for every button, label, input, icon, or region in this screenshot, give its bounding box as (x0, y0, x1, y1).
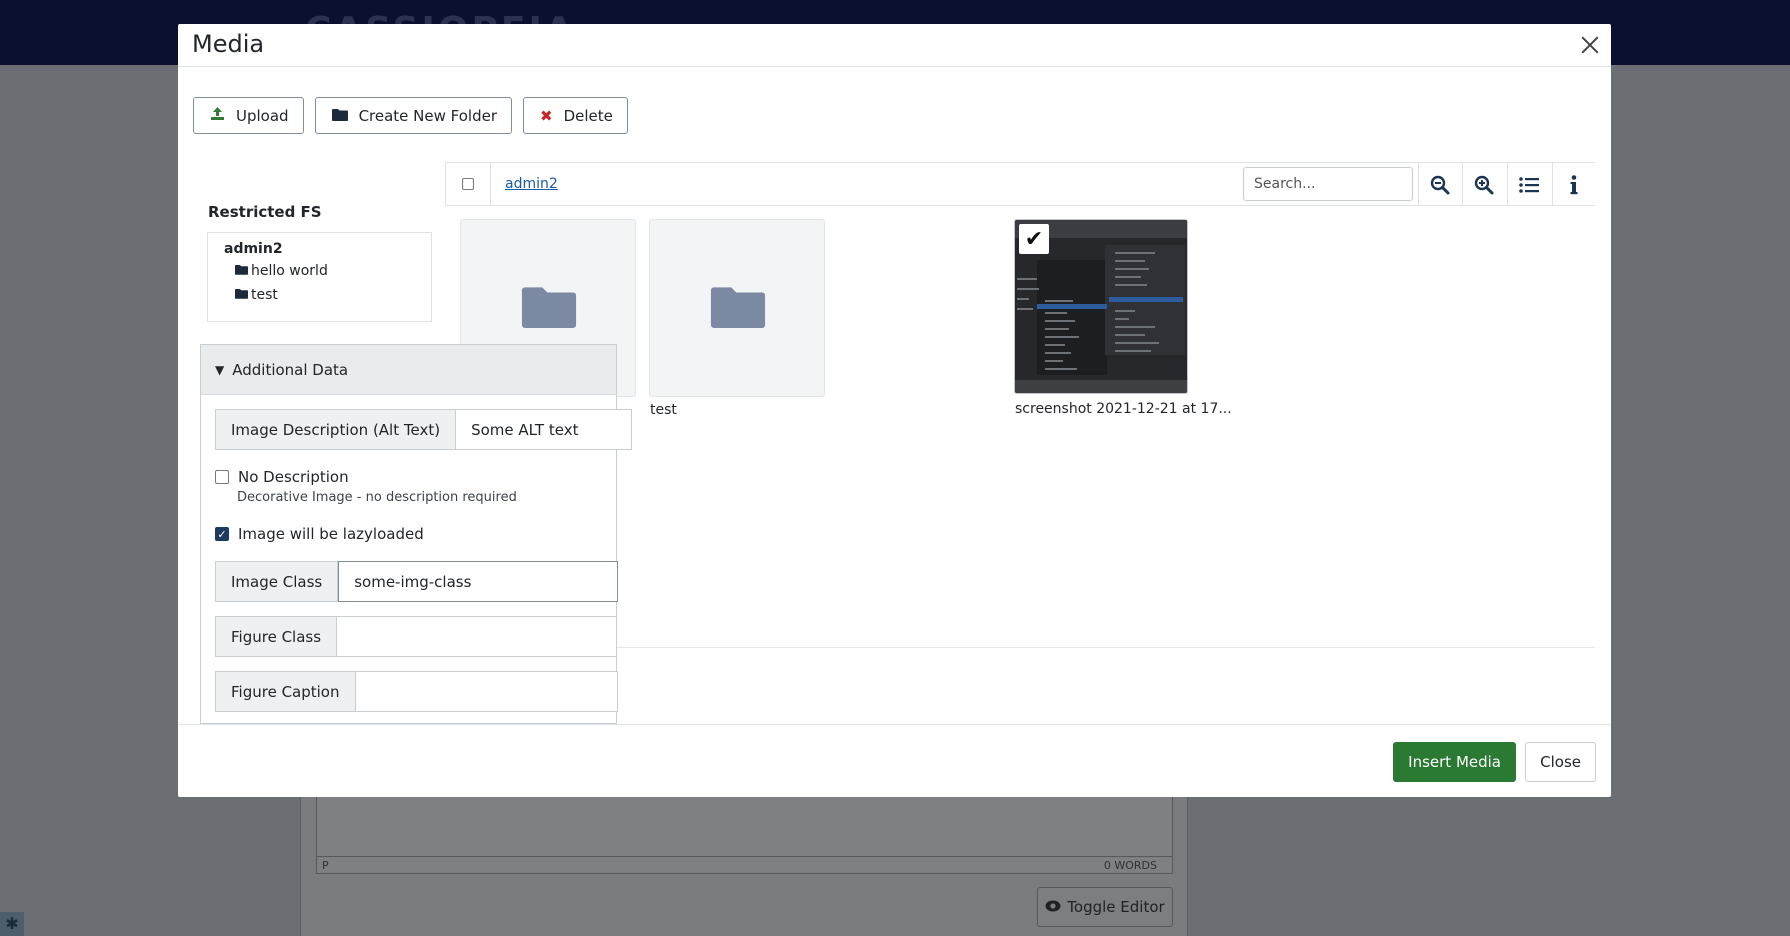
tree-item-hello-world[interactable]: hello world (235, 263, 328, 279)
folder-icon (331, 107, 348, 125)
zoom-in-icon[interactable] (1462, 163, 1506, 206)
delete-button[interactable]: ✖ Delete (523, 97, 628, 134)
checkmark-icon[interactable]: ✔ (1019, 224, 1049, 254)
tile-name: test (650, 402, 677, 418)
modal-title: Media (192, 30, 265, 58)
figure-class-input[interactable] (337, 616, 618, 657)
insert-media-button[interactable]: Insert Media (1393, 742, 1516, 782)
modal-header: Media (178, 24, 1611, 67)
separator (445, 647, 1595, 648)
figure-caption-label: Figure Caption (215, 671, 356, 712)
tree-item-label: test (251, 287, 278, 303)
image-class-input[interactable] (338, 561, 619, 602)
tile-name: screenshot 2021-12-21 at 17... (1015, 401, 1232, 417)
caret-down-icon: ▼ (215, 362, 225, 377)
additional-data-panel: ▼ Additional Data Image Description (Alt… (200, 344, 633, 724)
lazyload-checkbox[interactable]: ✓ (215, 527, 229, 541)
folder-tree: admin2 hello world test (207, 232, 432, 322)
close-button[interactable]: Close (1525, 742, 1596, 782)
media-modal: Media Upload Create New Folder ✖ Delete … (178, 24, 1611, 797)
tree-item-test[interactable]: test (235, 287, 278, 303)
media-toolbar: Upload Create New Folder ✖ Delete (193, 97, 628, 134)
no-description-note: Decorative Image - no description requir… (237, 490, 517, 505)
figure-caption-field: Figure Caption (215, 671, 618, 712)
no-description-row: No Description (215, 468, 349, 486)
additional-data-toggle[interactable]: ▼ Additional Data (201, 345, 616, 395)
search-input[interactable] (1243, 167, 1413, 201)
alt-text-label: Image Description (Alt Text) (215, 409, 457, 450)
lazyload-label: Image will be lazyloaded (238, 525, 424, 543)
image-class-label: Image Class (215, 561, 339, 602)
separator (490, 163, 491, 206)
folder-icon (521, 284, 577, 332)
folder-icon (710, 284, 766, 332)
additional-data-title: Additional Data (232, 360, 349, 379)
breadcrumb[interactable]: admin2 (505, 176, 558, 192)
upload-icon (210, 106, 225, 125)
modal-footer: Insert Media Close (178, 724, 1611, 797)
tree-title: Restricted FS (208, 203, 322, 221)
editor-path: P (322, 859, 329, 872)
alt-text-input[interactable] (456, 409, 633, 450)
folder-icon (235, 264, 248, 278)
delete-label: Delete (563, 106, 613, 125)
figure-class-field: Figure Class (215, 616, 618, 657)
upload-button[interactable]: Upload (193, 97, 304, 134)
joomla-icon: ✱ (0, 912, 24, 936)
image-class-field: Image Class (215, 561, 619, 602)
tree-item-label: hello world (251, 263, 328, 279)
editor-word-count: 0 WORDS (1103, 859, 1157, 872)
list-view-icon[interactable] (1507, 163, 1551, 206)
close-icon[interactable] (1579, 34, 1601, 56)
select-all-checkbox[interactable] (462, 178, 474, 190)
toggle-editor-button: Toggle Editor (1037, 887, 1173, 927)
eye-icon (1045, 898, 1061, 916)
editor-status-bar: P 0 WORDS (316, 856, 1173, 874)
image-thumbnail[interactable]: ✔ (1014, 219, 1188, 394)
folder-tile-test[interactable] (649, 219, 825, 397)
create-folder-label: Create New Folder (358, 106, 498, 125)
upload-label: Upload (236, 106, 289, 125)
no-description-checkbox[interactable] (215, 470, 229, 484)
lazyload-row: ✓ Image will be lazyloaded (215, 525, 424, 543)
zoom-out-icon[interactable] (1418, 163, 1462, 206)
no-description-label: No Description (238, 468, 349, 486)
figure-caption-input[interactable] (355, 671, 618, 712)
figure-class-label: Figure Class (215, 616, 338, 657)
toggle-editor-label: Toggle Editor (1067, 898, 1165, 916)
folder-icon (235, 288, 248, 302)
tree-root[interactable]: admin2 (224, 241, 283, 257)
alt-text-field: Image Description (Alt Text) (215, 409, 633, 450)
browser-toolbar: admin2 (445, 162, 1595, 206)
create-folder-button[interactable]: Create New Folder (314, 97, 513, 134)
info-icon[interactable] (1552, 163, 1596, 206)
delete-x-icon: ✖ (540, 106, 553, 125)
